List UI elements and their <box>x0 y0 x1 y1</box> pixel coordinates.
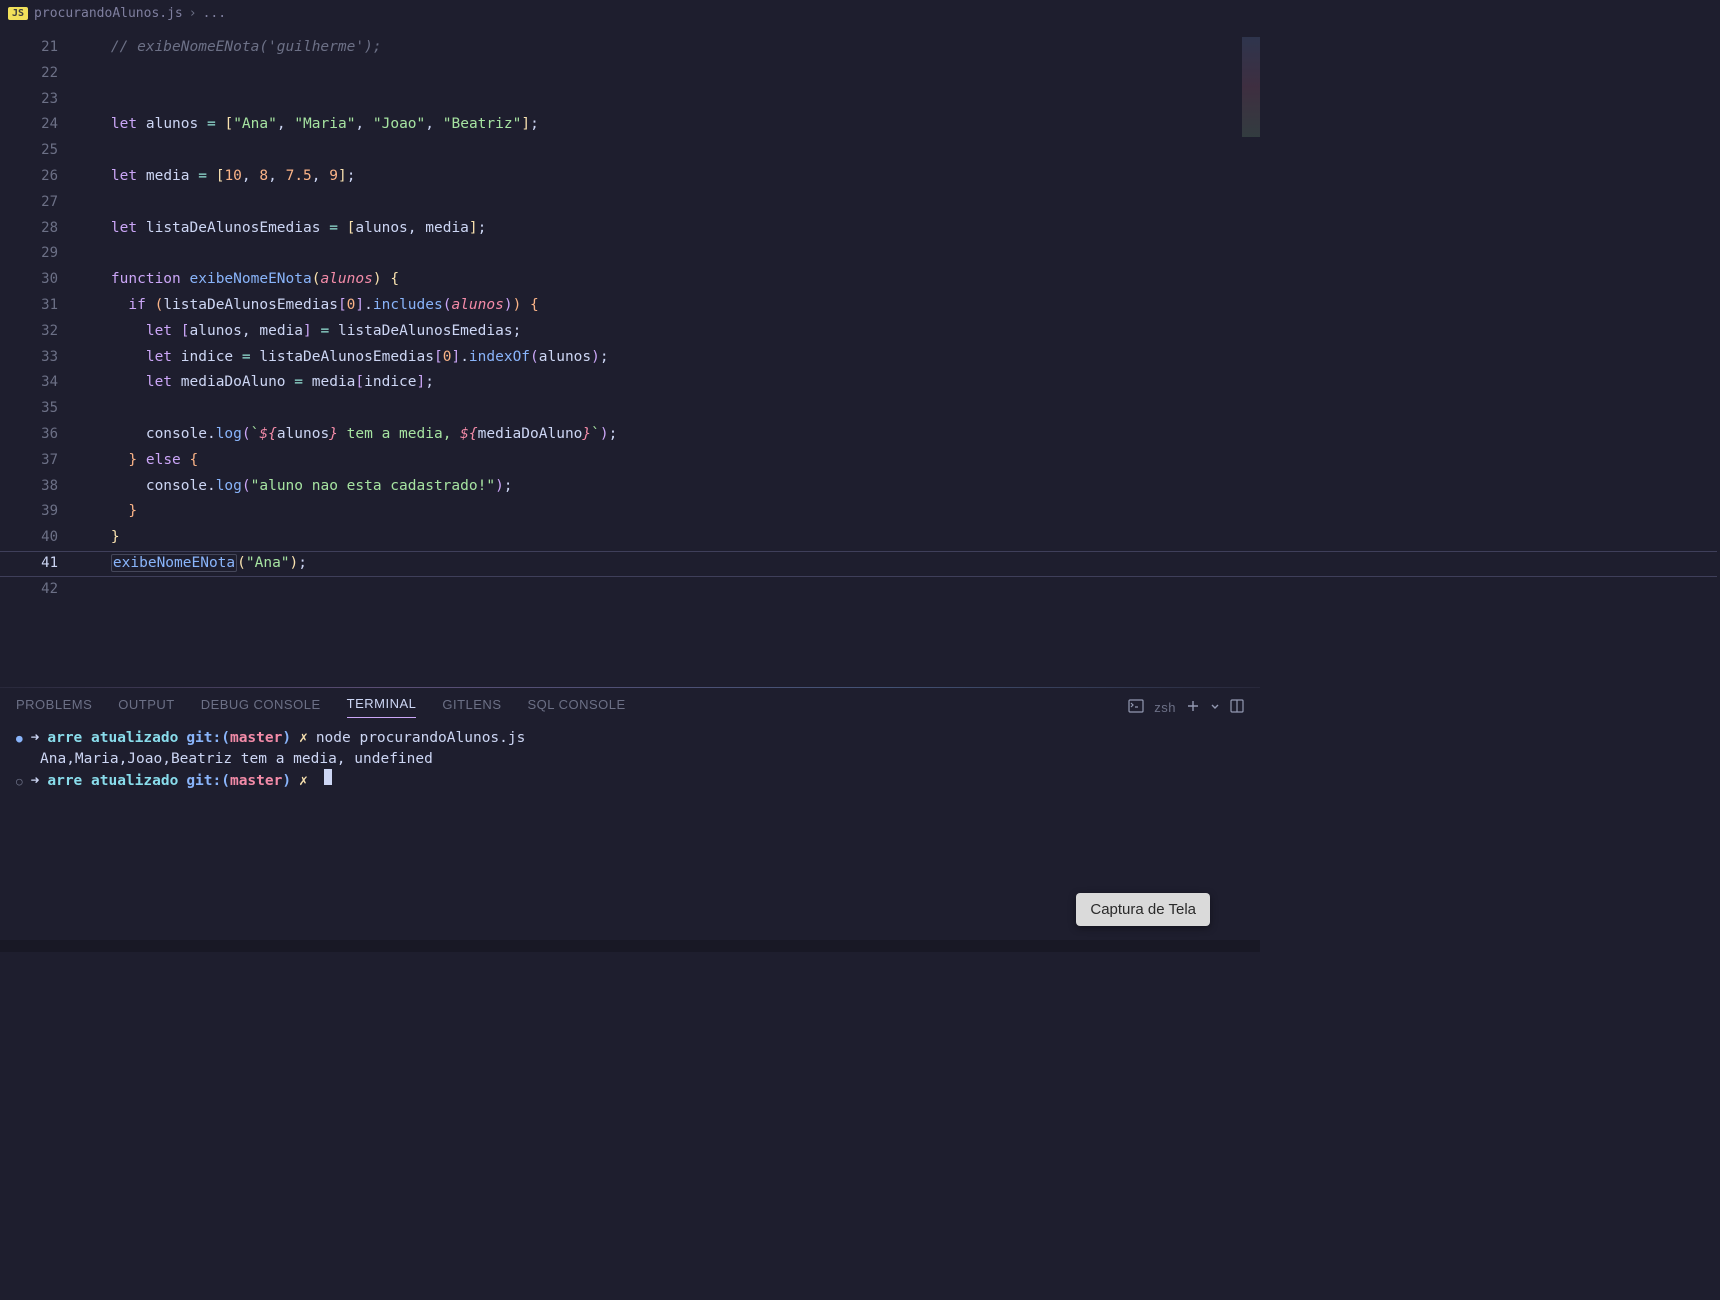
code-line[interactable]: let mediaDoAluno = media[indice]; <box>76 370 617 396</box>
breadcrumb-more: ... <box>203 6 226 21</box>
panel-tab-debug-console[interactable]: DEBUG CONSOLE <box>201 697 321 718</box>
line-number: 40 <box>0 525 58 551</box>
code-editor[interactable]: 2122232425262728293031323334353637383940… <box>0 27 1260 687</box>
line-number: 24 <box>0 112 58 138</box>
code-line[interactable]: } else { <box>76 448 617 474</box>
line-number: 37 <box>0 448 58 474</box>
panel-tab-gitlens[interactable]: GITLENS <box>442 697 501 718</box>
line-number: 22 <box>0 61 58 87</box>
line-number: 23 <box>0 87 58 113</box>
breadcrumb-filename: procurandoAlunos.js <box>34 6 183 21</box>
code-line[interactable]: exibeNomeENota("Ana"); <box>76 551 617 577</box>
chevron-right-icon: › <box>189 6 197 21</box>
prompt-bullet-icon: ○ <box>16 772 23 792</box>
prompt-bullet-icon: ● <box>16 729 23 749</box>
terminal-cursor <box>324 769 332 785</box>
code-line[interactable] <box>76 138 617 164</box>
line-number: 36 <box>0 422 58 448</box>
line-number: 35 <box>0 396 58 422</box>
terminal[interactable]: ● ➜ arre atualizado git:(master) ✗ node procu… <box>0 722 1260 798</box>
chevron-down-icon[interactable] <box>1210 700 1220 715</box>
code-line[interactable]: let indice = listaDeAlunosEmedias[0].ind… <box>76 345 617 371</box>
terminal-prompt[interactable]: ○ ➜ arre atualizado git:(master) ✗ <box>16 769 1244 792</box>
code-line[interactable] <box>76 190 617 216</box>
panel-tab-problems[interactable]: PROBLEMS <box>16 697 92 718</box>
code-line[interactable]: if (listaDeAlunosEmedias[0].includes(alu… <box>76 293 617 319</box>
code-line[interactable]: function exibeNomeENota(alunos) { <box>76 267 617 293</box>
line-number: 38 <box>0 474 58 500</box>
line-number: 27 <box>0 190 58 216</box>
minimap[interactable] <box>1242 37 1260 137</box>
dirty-icon: ✗ <box>299 728 308 748</box>
screenshot-tooltip: Captura de Tela <box>1076 893 1210 926</box>
command-text: node procurandoAlunos.js <box>316 728 526 748</box>
panel-tab-terminal[interactable]: TERMINAL <box>347 696 417 718</box>
line-number: 33 <box>0 345 58 371</box>
shell-name[interactable]: zsh <box>1154 700 1176 715</box>
panel-divider <box>0 687 1260 688</box>
line-number: 21 <box>0 35 58 61</box>
line-number: 30 <box>0 267 58 293</box>
split-panel-icon[interactable] <box>1230 699 1244 716</box>
code-line[interactable]: let alunos = ["Ana", "Maria", "Joao", "B… <box>76 112 617 138</box>
code-line[interactable]: let media = [10, 8, 7.5, 9]; <box>76 164 617 190</box>
git-status: git:(master) <box>186 728 291 748</box>
breadcrumb[interactable]: JS procurandoAlunos.js › ... <box>0 0 1260 27</box>
terminal-prompt[interactable]: ● ➜ arre atualizado git:(master) ✗ node procu… <box>16 728 1244 749</box>
js-file-icon: JS <box>8 7 28 20</box>
code-line[interactable]: } <box>76 525 617 551</box>
panel-tab-output[interactable]: OUTPUT <box>118 697 174 718</box>
line-number: 28 <box>0 216 58 242</box>
terminal-output: Ana,Maria,Joao,Beatriz tem a media, unde… <box>16 749 1244 769</box>
code-line[interactable] <box>76 577 617 603</box>
code-area[interactable]: // exibeNomeENota('guilherme'); let alun… <box>76 27 617 687</box>
status-bar[interactable] <box>0 940 1260 952</box>
terminal-icon <box>1128 699 1144 716</box>
line-number: 29 <box>0 241 58 267</box>
line-number: 25 <box>0 138 58 164</box>
code-line[interactable]: console.log("aluno nao esta cadastrado!"… <box>76 474 617 500</box>
code-line[interactable]: console.log(`${alunos} tem a media, ${me… <box>76 422 617 448</box>
cwd: arre atualizado <box>47 771 178 791</box>
line-number: 32 <box>0 319 58 345</box>
code-line[interactable]: let listaDeAlunosEmedias = [alunos, medi… <box>76 216 617 242</box>
line-number: 26 <box>0 164 58 190</box>
code-line[interactable] <box>76 87 617 113</box>
dirty-icon: ✗ <box>299 771 308 791</box>
code-line[interactable] <box>76 61 617 87</box>
line-number: 31 <box>0 293 58 319</box>
tooltip-text: Captura de Tela <box>1090 901 1196 918</box>
panel-actions: zsh <box>1128 699 1244 716</box>
code-line[interactable]: let [alunos, media] = listaDeAlunosEmedi… <box>76 319 617 345</box>
git-status: git:(master) <box>186 771 291 791</box>
code-line[interactable]: } <box>76 499 617 525</box>
code-line[interactable]: // exibeNomeENota('guilherme'); <box>76 35 617 61</box>
line-number: 42 <box>0 577 58 603</box>
arrow-icon: ➜ <box>31 771 40 791</box>
cwd: arre atualizado <box>47 728 178 748</box>
panel-tabs: PROBLEMS OUTPUT DEBUG CONSOLE TERMINAL GITLE… <box>0 688 1260 722</box>
line-number: 41 <box>0 551 58 577</box>
panel-tab-sql-console[interactable]: SQL CONSOLE <box>527 697 625 718</box>
line-number: 34 <box>0 370 58 396</box>
code-line[interactable] <box>76 396 617 422</box>
line-number-gutter: 2122232425262728293031323334353637383940… <box>0 27 76 687</box>
arrow-icon: ➜ <box>31 728 40 748</box>
code-line[interactable] <box>76 241 617 267</box>
plus-icon[interactable] <box>1186 699 1200 716</box>
line-number: 39 <box>0 499 58 525</box>
